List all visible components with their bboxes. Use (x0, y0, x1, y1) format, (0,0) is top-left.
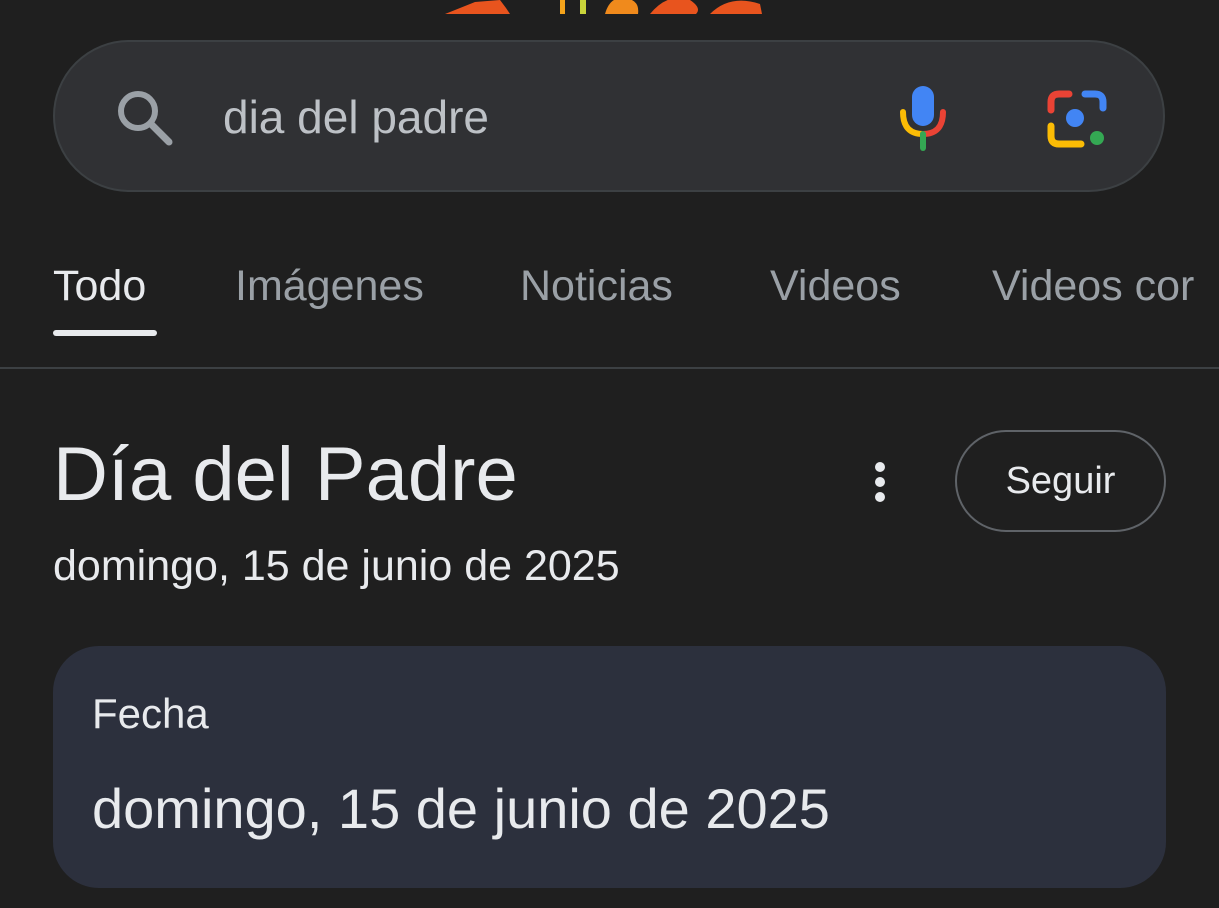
answer-card: Fecha domingo, 15 de junio de 2025 (53, 646, 1166, 888)
more-vert-icon[interactable] (862, 460, 898, 504)
tab-todo[interactable]: Todo (53, 262, 146, 311)
tab-videos[interactable]: Videos (770, 262, 901, 311)
search-icon[interactable] (113, 86, 175, 148)
lens-icon[interactable] (1045, 86, 1111, 152)
tabs-divider (0, 367, 1219, 369)
tab-imagenes[interactable]: Imágenes (235, 262, 424, 311)
search-bar[interactable]: dia del padre (53, 40, 1165, 192)
follow-button[interactable]: Seguir (955, 430, 1166, 532)
card-value: domingo, 15 de junio de 2025 (92, 777, 830, 840)
mic-icon[interactable] (895, 82, 951, 154)
search-tabs: Todo Imágenes Noticias Videos Videos cor (0, 250, 1219, 340)
tab-noticias[interactable]: Noticias (520, 262, 673, 311)
event-date-subtitle: domingo, 15 de junio de 2025 (53, 542, 620, 590)
active-tab-indicator (53, 330, 157, 336)
doodle-logo[interactable] (440, 0, 770, 14)
page-title: Día del Padre (53, 432, 518, 517)
tab-videos-cortos[interactable]: Videos cor (992, 262, 1194, 311)
search-input[interactable]: dia del padre (223, 86, 863, 148)
card-label: Fecha (92, 690, 209, 737)
